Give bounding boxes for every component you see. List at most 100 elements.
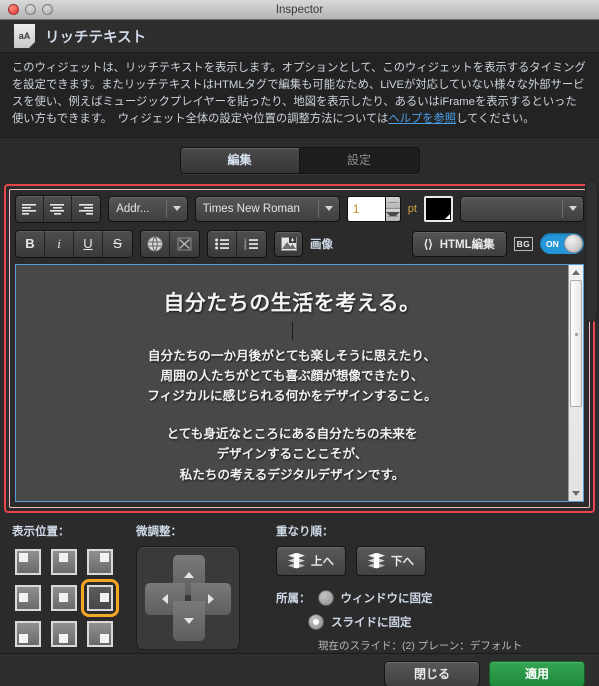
position-top-left[interactable]: [12, 546, 44, 578]
apply-button[interactable]: 適用: [489, 660, 585, 686]
editor-annotation-region: Addr... Times New Roman pt: [4, 183, 595, 513]
current-slide-note: 現在のスライド：(2) プレーン：デフォルト: [318, 639, 523, 652]
stacking-buttons: 上へ 下へ: [276, 545, 587, 576]
svg-text:3: 3: [244, 245, 247, 250]
bring-forward-button[interactable]: 上へ: [276, 545, 346, 576]
font-size-input[interactable]: [346, 195, 385, 222]
align-center-button[interactable]: [44, 195, 73, 222]
bg-chip-label: BG: [513, 236, 533, 251]
position-bottom-left[interactable]: [12, 618, 44, 650]
html-edit-label: HTML編集: [439, 238, 495, 251]
list-button-group: 1 2 3: [207, 229, 267, 258]
position-top-center[interactable]: [48, 546, 80, 578]
strikethrough-button[interactable]: S: [103, 230, 132, 257]
bottom-controls: 表示位置： 微調整： 重なり順： 上へ 下へ 所属： ウィンドウに固定 スライド…: [0, 513, 599, 653]
radio-fix-to-slide[interactable]: [308, 613, 324, 630]
send-backward-label: 下へ: [391, 555, 414, 568]
belonging-section: 所属： ウィンドウに固定 スライドに固定 現在のスライド：(2) プレーン：デフ…: [276, 589, 587, 653]
widget-description: このウィジェットは、リッチテキストを表示します。オプションとして、このウィジェッ…: [0, 52, 599, 138]
scrollbar-thumb[interactable]: [570, 279, 582, 408]
bring-forward-label: 上へ: [311, 555, 334, 568]
font-size-stepper[interactable]: [346, 195, 401, 222]
align-right-button[interactable]: [72, 195, 101, 222]
rich-text-content[interactable]: 自分たちの生活を考える。 自分たちの一か月後がとても楽しそうに思えたり、 周囲の…: [16, 265, 568, 501]
page-title: リッチテキスト: [45, 29, 147, 46]
position-top-right[interactable]: [84, 546, 116, 578]
position-grid: [12, 546, 136, 650]
content-paragraph-1: 自分たちの一か月後がとても楽しそうに思えたり、 周囲の人たちがとても喜ぶ顔が想像…: [30, 346, 554, 407]
chevron-down-icon: [319, 206, 339, 212]
toggle-state-label: ON: [546, 238, 559, 249]
tabbar: 編集 設定: [0, 137, 599, 184]
nudge-section: 微調整：: [136, 523, 276, 653]
layer-up-icon: [288, 552, 305, 569]
window-vertical-scrollbar[interactable]: [585, 180, 598, 322]
radio-fix-to-window-label: ウィンドウに固定: [340, 592, 433, 605]
link-button-group: [140, 229, 200, 258]
editor-vertical-scrollbar[interactable]: [568, 264, 583, 501]
text-style-button-group: B i U S: [15, 229, 133, 258]
close-button[interactable]: 閉じる: [384, 660, 480, 686]
window-title: Inspector: [275, 3, 324, 16]
scrollbar-track[interactable]: [569, 279, 583, 486]
inspector-window: Inspector aA リッチテキスト このウィジェットは、リッチテキストを表…: [0, 0, 599, 686]
paragraph1-line3: フィジカルに感じられる何かをデザインすること。: [147, 389, 437, 404]
help-link[interactable]: ヘルプを参照: [388, 113, 456, 125]
background-toggle[interactable]: ON: [540, 233, 584, 255]
stepper-down-button[interactable]: [385, 209, 400, 221]
toggle-knob: [564, 234, 583, 254]
font-family-select[interactable]: Times New Roman: [194, 195, 340, 222]
paragraph1-line2: 周囲の人たちがとても喜ぶ顔が想像できたり、: [160, 369, 424, 384]
bullet-list-icon[interactable]: [208, 230, 237, 257]
format-toolbar-row2: B i U S 1 2 3 画像 ⟨⟩ HTML編集 BG ON: [15, 229, 584, 259]
radio-fix-to-window[interactable]: [317, 589, 334, 606]
stacking-section: 重なり順： 上へ 下へ 所属： ウィンドウに固定 スライドに固定 現在のスライド…: [276, 523, 587, 653]
underline-button[interactable]: U: [74, 230, 103, 257]
block-format-select[interactable]: Addr...: [108, 195, 188, 222]
text-color-swatch[interactable]: [423, 195, 454, 222]
paragraph1-line1: 自分たちの一か月後がとても楽しそうに思えたり、: [147, 348, 437, 363]
stepper-up-button[interactable]: [385, 196, 400, 210]
rich-text-widget-icon: aA: [14, 24, 35, 48]
nudge-down-button[interactable]: [173, 600, 205, 641]
tab-edit[interactable]: 編集: [180, 147, 300, 173]
content-heading: 自分たちの生活を考える。: [163, 290, 421, 315]
stepper-arrows[interactable]: [384, 195, 401, 222]
font-family-value: Times New Roman: [202, 202, 300, 215]
style-select[interactable]: [460, 195, 584, 222]
chevron-down-icon: [563, 206, 583, 212]
paragraph2-line2: デザインすることこそが、: [216, 447, 368, 462]
numbered-list-icon[interactable]: 1 2 3: [237, 230, 266, 257]
widget-icon-text: aA: [18, 31, 31, 41]
position-bottom-center[interactable]: [48, 618, 80, 650]
nudge-label: 微調整：: [136, 525, 182, 538]
code-brackets-icon: ⟨⟩: [423, 238, 433, 251]
image-label: 画像: [310, 238, 333, 251]
font-size-unit-label: pt: [407, 202, 417, 215]
send-backward-button[interactable]: 下へ: [356, 545, 426, 576]
html-edit-button[interactable]: ⟨⟩ HTML編集: [411, 230, 507, 257]
widget-header: aA リッチテキスト: [0, 20, 599, 52]
unlink-icon[interactable]: [170, 230, 199, 257]
position-middle-right[interactable]: [84, 582, 116, 614]
belonging-label: 所属：: [276, 592, 311, 605]
globe-icon[interactable]: [141, 230, 170, 257]
scroll-down-arrow-icon[interactable]: [569, 486, 583, 501]
scroll-up-arrow-icon[interactable]: [569, 265, 583, 280]
block-format-value: Addr...: [116, 202, 150, 215]
tab-group: 編集 設定: [179, 146, 420, 174]
rich-text-editor-area[interactable]: 自分たちの生活を考える。 自分たちの一か月後がとても楽しそうに思えたり、 周囲の…: [15, 263, 584, 502]
text-cursor: [291, 321, 293, 340]
bold-button[interactable]: B: [16, 230, 45, 257]
position-label: 表示位置：: [12, 525, 70, 538]
italic-button[interactable]: i: [45, 230, 74, 257]
layer-down-icon: [368, 552, 385, 569]
position-bottom-right[interactable]: [84, 618, 116, 650]
position-middle-center[interactable]: [48, 582, 80, 614]
window-titlebar: Inspector: [0, 0, 599, 20]
chevron-down-icon: [167, 206, 187, 212]
tab-settings[interactable]: 設定: [300, 148, 419, 173]
image-icon[interactable]: [274, 230, 303, 257]
position-middle-left[interactable]: [12, 582, 44, 614]
align-left-button[interactable]: [16, 195, 45, 222]
